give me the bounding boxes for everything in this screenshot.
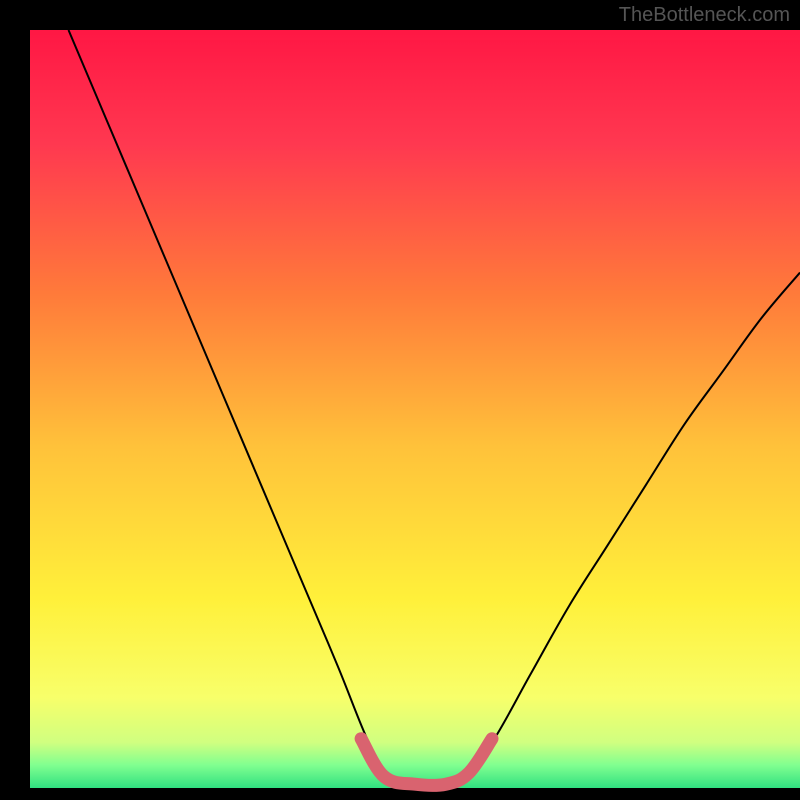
chart-svg: [0, 0, 800, 800]
bottleneck-chart: TheBottleneck.com: [0, 0, 800, 800]
plot-background: [30, 30, 800, 788]
watermark-text: TheBottleneck.com: [619, 4, 790, 27]
